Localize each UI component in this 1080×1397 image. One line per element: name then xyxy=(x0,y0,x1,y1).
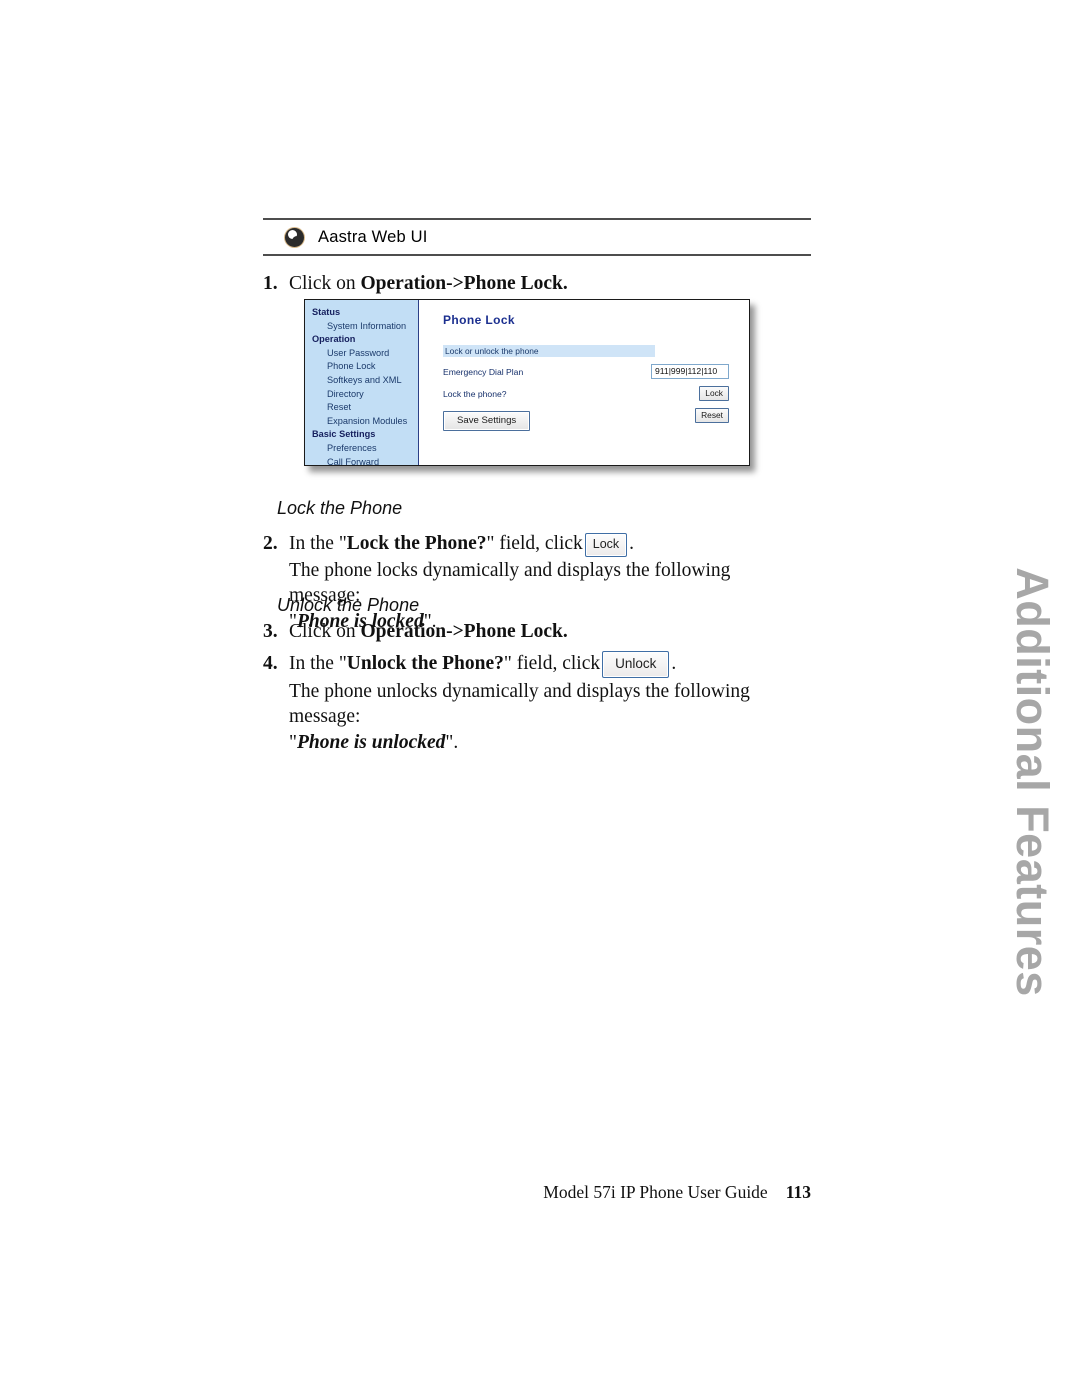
banner-rule-bottom xyxy=(263,254,811,256)
step-4-text-mid: " field, click xyxy=(503,653,601,674)
step-1-bold: Operation->Phone Lock. xyxy=(360,273,568,294)
sidebar-item-preferences[interactable]: Preferences xyxy=(305,442,418,456)
step-1-body: Click on Operation->Phone Lock. xyxy=(289,271,783,296)
subheading-lock-the-phone: Lock the Phone xyxy=(277,498,403,518)
sidebar-item-reset[interactable]: Reset xyxy=(305,401,418,415)
step-4-number: 4. xyxy=(263,653,278,674)
screenshot-sidebar: Status System Information Operation User… xyxy=(305,300,419,467)
step-1: 1. Click on Operation->Phone Lock. xyxy=(263,271,783,296)
banner-row: Aastra Web UI xyxy=(263,220,811,254)
step-3-bold: Operation->Phone Lock. xyxy=(360,621,568,642)
sidebar-item-phone-lock[interactable]: Phone Lock xyxy=(305,360,418,374)
document-page: Aastra Web UI 1. Click on Operation->Pho… xyxy=(0,0,1080,1397)
section-header-band: Lock or unlock the phone xyxy=(443,345,655,357)
step-3-body: Click on Operation->Phone Lock. xyxy=(289,619,783,644)
chapter-side-tab-label: Additional Features xyxy=(1007,567,1058,997)
banner-label: Aastra Web UI xyxy=(318,227,428,246)
step-2-field-name: Lock the Phone? xyxy=(346,533,487,554)
subheading-unlock-the-phone: Unlock the Phone xyxy=(277,595,420,615)
field-row-emergency-dial-plan: Emergency Dial Plan 911|999|112|110 xyxy=(443,364,729,379)
sidebar-item-softkeys-and-xml[interactable]: Softkeys and XML xyxy=(305,374,418,388)
chapter-side-tab: Additional Features xyxy=(1000,567,1064,1166)
sidebar-group-operation: Operation xyxy=(312,334,356,345)
sidebar-group-basic-settings: Basic Settings xyxy=(312,429,376,440)
lock-the-phone-label: Lock the phone? xyxy=(443,388,507,399)
step-3: 3. Click on Operation->Phone Lock. xyxy=(263,619,783,644)
step-4-result: The phone unlocks dynamically and displa… xyxy=(289,679,823,729)
sidebar-item-expansion-modules[interactable]: Expansion Modules xyxy=(305,415,418,429)
step-2-text-after: . xyxy=(629,533,635,554)
step-4-text-before: In the " xyxy=(289,653,347,674)
step-2-text-mid: " field, click xyxy=(486,533,583,554)
inline-unlock-button[interactable]: Unlock xyxy=(602,651,670,678)
page-title: Phone Lock xyxy=(443,313,516,327)
emergency-dial-plan-input[interactable]: 911|999|112|110 xyxy=(651,364,729,379)
step-4-quote-open: " xyxy=(289,731,297,753)
sidebar-item-directory[interactable]: Directory xyxy=(305,388,418,402)
footer-page-number: 113 xyxy=(785,1182,811,1202)
step-4-field-name: Unlock the Phone? xyxy=(346,653,504,674)
step-1-number: 1. xyxy=(263,273,278,294)
screenshot-main-panel: Phone Lock Lock or unlock the phone Emer… xyxy=(419,300,749,465)
step-4-text-after: . xyxy=(671,653,677,674)
aastra-web-ui-banner: Aastra Web UI xyxy=(263,218,811,256)
emergency-dial-plan-label: Emergency Dial Plan xyxy=(443,366,524,377)
inline-lock-button[interactable]: Lock xyxy=(584,533,628,557)
step-4: 4. In the "Unlock the Phone?" field, cli… xyxy=(263,651,823,755)
step-4-result-message-line: "Phone is unlocked". xyxy=(289,730,823,755)
step-2-text-before: In the " xyxy=(289,533,347,554)
footer-guide-title: Model 57i IP Phone User Guide xyxy=(543,1182,768,1202)
emergency-dial-plan-control: 911|999|112|110 xyxy=(651,364,729,379)
web-ui-screenshot: Status System Information Operation User… xyxy=(304,299,750,467)
aastra-globe-icon xyxy=(285,227,304,247)
reset-button[interactable]: Reset xyxy=(695,408,729,423)
lock-the-phone-control: Lock xyxy=(699,386,729,401)
step-4-result-line: The phone unlocks dynamically and displa… xyxy=(289,680,750,727)
reset-user-password-control: Reset xyxy=(695,408,729,423)
step-4-body: In the "Unlock the Phone?" field, click U… xyxy=(289,651,823,755)
step-4-result-message: Phone is unlocked xyxy=(296,731,446,753)
page-footer: Model 57i IP Phone User Guide 113 xyxy=(0,1182,811,1203)
sidebar-group-status: Status xyxy=(312,307,341,317)
lock-button[interactable]: Lock xyxy=(699,386,729,401)
sidebar-item-system-information[interactable]: System Information xyxy=(305,320,418,334)
sidebar-item-user-password[interactable]: User Password xyxy=(305,347,418,361)
step-4-quote-close: ". xyxy=(445,731,459,753)
sidebar-item-call-forward[interactable]: Call Forward xyxy=(305,456,418,470)
step-3-number: 3. xyxy=(263,621,278,642)
step-1-text: Click on xyxy=(289,273,361,294)
field-row-lock-the-phone: Lock the phone? Lock xyxy=(443,386,729,401)
step-3-text: Click on xyxy=(289,621,361,642)
save-settings-button[interactable]: Save Settings xyxy=(443,411,531,431)
